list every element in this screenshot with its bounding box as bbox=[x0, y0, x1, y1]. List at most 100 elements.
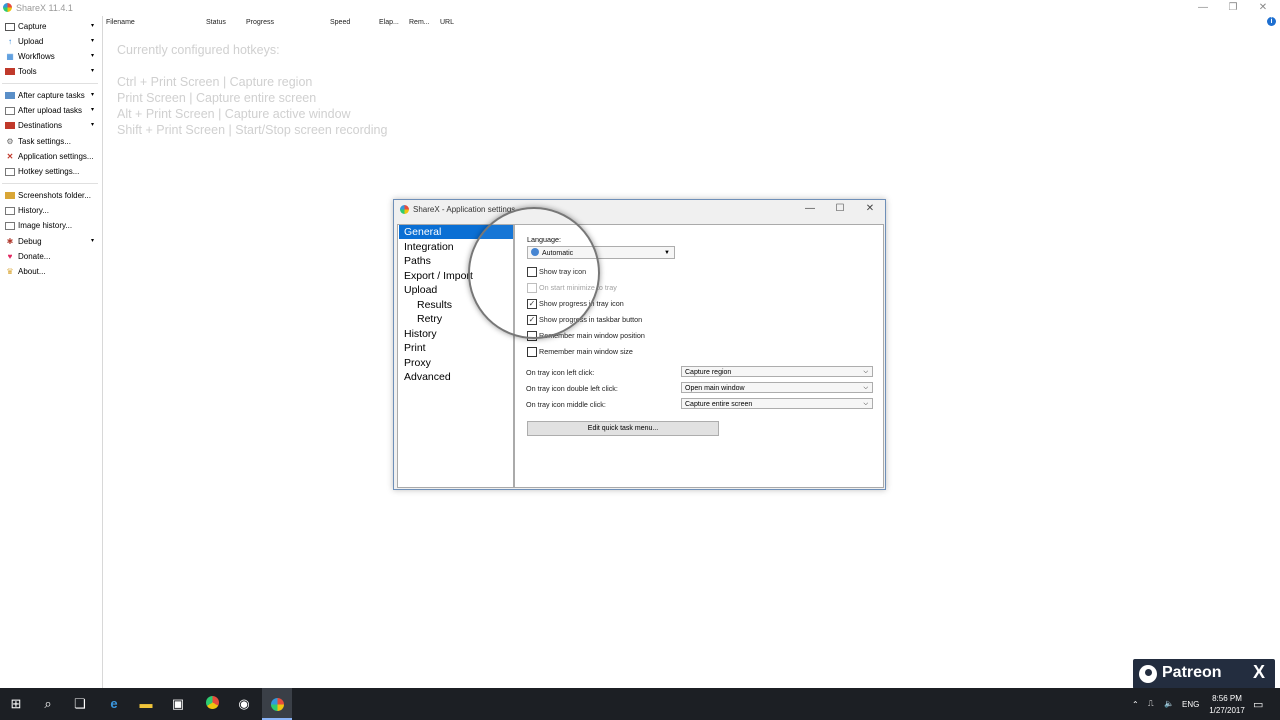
clock-time[interactable]: 8:56 PM bbox=[1207, 694, 1247, 703]
action-center-icon[interactable]: ▭ bbox=[1253, 698, 1263, 711]
edge-icon[interactable]: e bbox=[106, 696, 122, 712]
dropdown-arrow-icon: ▼ bbox=[664, 250, 670, 256]
tray-double-click-select[interactable]: Open main window ⌵ bbox=[681, 382, 873, 393]
upload-icon: ↑ bbox=[8, 37, 12, 46]
chevron-down-icon: ▾ bbox=[91, 53, 95, 59]
history-icon bbox=[5, 207, 15, 215]
hotkey-line: Shift + Print Screen | Start/Stop screen… bbox=[117, 123, 388, 137]
minimize-button[interactable]: — bbox=[1196, 2, 1210, 14]
tray-left-click-select[interactable]: Capture region ⌵ bbox=[681, 366, 873, 377]
hotkey-line: Alt + Print Screen | Capture active wind… bbox=[117, 107, 351, 121]
hotkey-line: Print Screen | Capture entire screen bbox=[117, 91, 317, 105]
close-button[interactable]: ✕ bbox=[1256, 2, 1270, 14]
tools-icon bbox=[5, 68, 15, 75]
sidebar-item-destinations[interactable]: Destinations ▾ bbox=[0, 118, 100, 133]
sidebar-item-after-upload-tasks[interactable]: After upload tasks ▾ bbox=[0, 103, 100, 118]
sidebar-item-application-settings[interactable]: ✕ Application settings... bbox=[0, 149, 100, 164]
dialog-maximize-button[interactable]: ☐ bbox=[832, 203, 848, 215]
title-bar: ShareX 11.4.1 — ❐ ✕ i bbox=[0, 0, 1280, 26]
crown-icon: ♛ bbox=[6, 267, 14, 276]
language-indicator[interactable]: ENG bbox=[1182, 700, 1199, 709]
tray-middle-click-select[interactable]: Capture entire screen ⌵ bbox=[681, 398, 873, 409]
dialog-minimize-button[interactable]: — bbox=[802, 203, 818, 215]
task-view-icon[interactable]: ❏ bbox=[72, 696, 88, 712]
network-icon[interactable]: ⎍ bbox=[1148, 699, 1154, 709]
sidebar-item-donate[interactable]: ♥ Donate... bbox=[0, 249, 100, 264]
chevron-down-icon: ▾ bbox=[91, 68, 95, 74]
clock-date[interactable]: 1/27/2017 bbox=[1204, 706, 1250, 715]
chevron-up-icon[interactable]: ⌃ bbox=[1132, 700, 1139, 709]
patreon-p-icon bbox=[1145, 669, 1152, 676]
sidebar-item-debug[interactable]: ✱ Debug ▾ bbox=[0, 234, 100, 249]
patreon-x-mark: X bbox=[1253, 662, 1266, 682]
file-explorer-icon[interactable]: ▬ bbox=[138, 696, 154, 712]
column-header-filename[interactable]: Filename bbox=[106, 19, 135, 26]
sidebar-item-upload[interactable]: ↑ Upload ▾ bbox=[0, 34, 100, 49]
info-icon[interactable]: i bbox=[1267, 17, 1276, 26]
tray-left-click-label: On tray icon left click: bbox=[526, 368, 595, 377]
workflows-icon: ▦ bbox=[6, 52, 14, 61]
hotkey-line: Ctrl + Print Screen | Capture region bbox=[117, 75, 313, 89]
volume-icon[interactable]: 🔈 bbox=[1164, 699, 1174, 708]
heart-icon: ♥ bbox=[7, 252, 13, 261]
taskbar: ⊞ ⌕ ❏ e ▬ ▣ ◉ ⌃ ⎍ 🔈 ENG 8:56 PM 1/27/201… bbox=[0, 688, 1280, 720]
nav-print[interactable]: Print bbox=[399, 341, 513, 355]
sidebar-item-hotkey-settings[interactable]: Hotkey settings... bbox=[0, 164, 100, 179]
sidebar-item-image-history[interactable]: Image history... bbox=[0, 218, 100, 233]
search-icon[interactable]: ⌕ bbox=[40, 696, 56, 712]
maximize-button[interactable]: ❐ bbox=[1226, 2, 1240, 14]
chevron-down-icon: ▾ bbox=[91, 238, 95, 244]
windows-start-icon[interactable]: ⊞ bbox=[8, 696, 24, 712]
chevron-down-icon: ▾ bbox=[91, 107, 95, 113]
sidebar-item-workflows[interactable]: ▦ Workflows ▾ bbox=[0, 49, 100, 64]
chevron-down-icon: ▾ bbox=[91, 92, 95, 98]
column-header-remaining[interactable]: Rem... bbox=[409, 19, 430, 26]
destinations-icon bbox=[5, 122, 15, 129]
steam-icon[interactable]: ◉ bbox=[236, 696, 252, 712]
column-header-status[interactable]: Status bbox=[206, 19, 226, 26]
sharex-logo-icon bbox=[3, 3, 12, 12]
patreon-label: Patreon bbox=[1162, 664, 1222, 681]
nav-advanced[interactable]: Advanced bbox=[399, 370, 513, 384]
patreon-badge: Patreon X bbox=[1133, 659, 1275, 689]
sidebar-item-capture[interactable]: Capture ▾ bbox=[0, 19, 100, 34]
sidebar-item-tools[interactable]: Tools ▾ bbox=[0, 64, 100, 79]
tray-double-click-label: On tray icon double left click: bbox=[526, 384, 618, 393]
magnifier-circle bbox=[468, 207, 600, 339]
checkbox-label: Remember main window size bbox=[539, 347, 633, 356]
divider bbox=[2, 183, 98, 184]
sharex-taskbar-icon[interactable] bbox=[262, 688, 292, 720]
sidebar-item-history[interactable]: History... bbox=[0, 203, 100, 218]
sidebar-item-about[interactable]: ♛ About... bbox=[0, 264, 100, 279]
divider bbox=[2, 83, 98, 84]
image-history-icon bbox=[5, 222, 15, 230]
capture-icon bbox=[5, 23, 15, 31]
chrome-icon[interactable] bbox=[204, 696, 220, 712]
column-header-progress[interactable]: Progress bbox=[246, 19, 274, 26]
sidebar: Capture ▾ ↑ Upload ▾ ▦ Workflows ▾ Tools… bbox=[0, 16, 103, 688]
bug-icon: ✱ bbox=[6, 237, 14, 246]
chevron-down-icon: ▾ bbox=[91, 122, 95, 128]
tray-middle-click-label: On tray icon middle click: bbox=[526, 400, 606, 409]
app-title: ShareX 11.4.1 bbox=[16, 3, 73, 13]
edit-quick-task-menu-button[interactable]: Edit quick task menu... bbox=[527, 421, 719, 436]
dialog-title: ShareX - Application settings bbox=[413, 205, 516, 214]
column-header-elapsed[interactable]: Elap... bbox=[379, 19, 399, 26]
store-icon[interactable]: ▣ bbox=[170, 696, 186, 712]
chevron-down-icon: ▾ bbox=[91, 38, 95, 44]
column-header-url[interactable]: URL bbox=[440, 19, 454, 26]
chevron-down-icon: ⌵ bbox=[863, 401, 868, 407]
sidebar-item-after-capture-tasks[interactable]: After capture tasks ▾ bbox=[0, 88, 100, 103]
after-capture-icon bbox=[5, 92, 15, 99]
sidebar-item-screenshots-folder[interactable]: Screenshots folder... bbox=[0, 188, 100, 203]
nav-history[interactable]: History bbox=[399, 327, 513, 341]
gear-icon: ⚙ bbox=[6, 137, 14, 146]
dialog-close-button[interactable]: ✕ bbox=[862, 203, 878, 215]
remember-size-checkbox[interactable] bbox=[527, 347, 537, 357]
nav-proxy[interactable]: Proxy bbox=[399, 356, 513, 370]
hotkeys-heading: Currently configured hotkeys: bbox=[117, 43, 280, 57]
sidebar-item-task-settings[interactable]: ⚙ Task settings... bbox=[0, 134, 100, 149]
application-settings-dialog: ShareX - Application settings — ☐ ✕ Gene… bbox=[393, 199, 886, 490]
column-header-speed[interactable]: Speed bbox=[330, 19, 350, 26]
keyboard-icon bbox=[5, 168, 15, 176]
